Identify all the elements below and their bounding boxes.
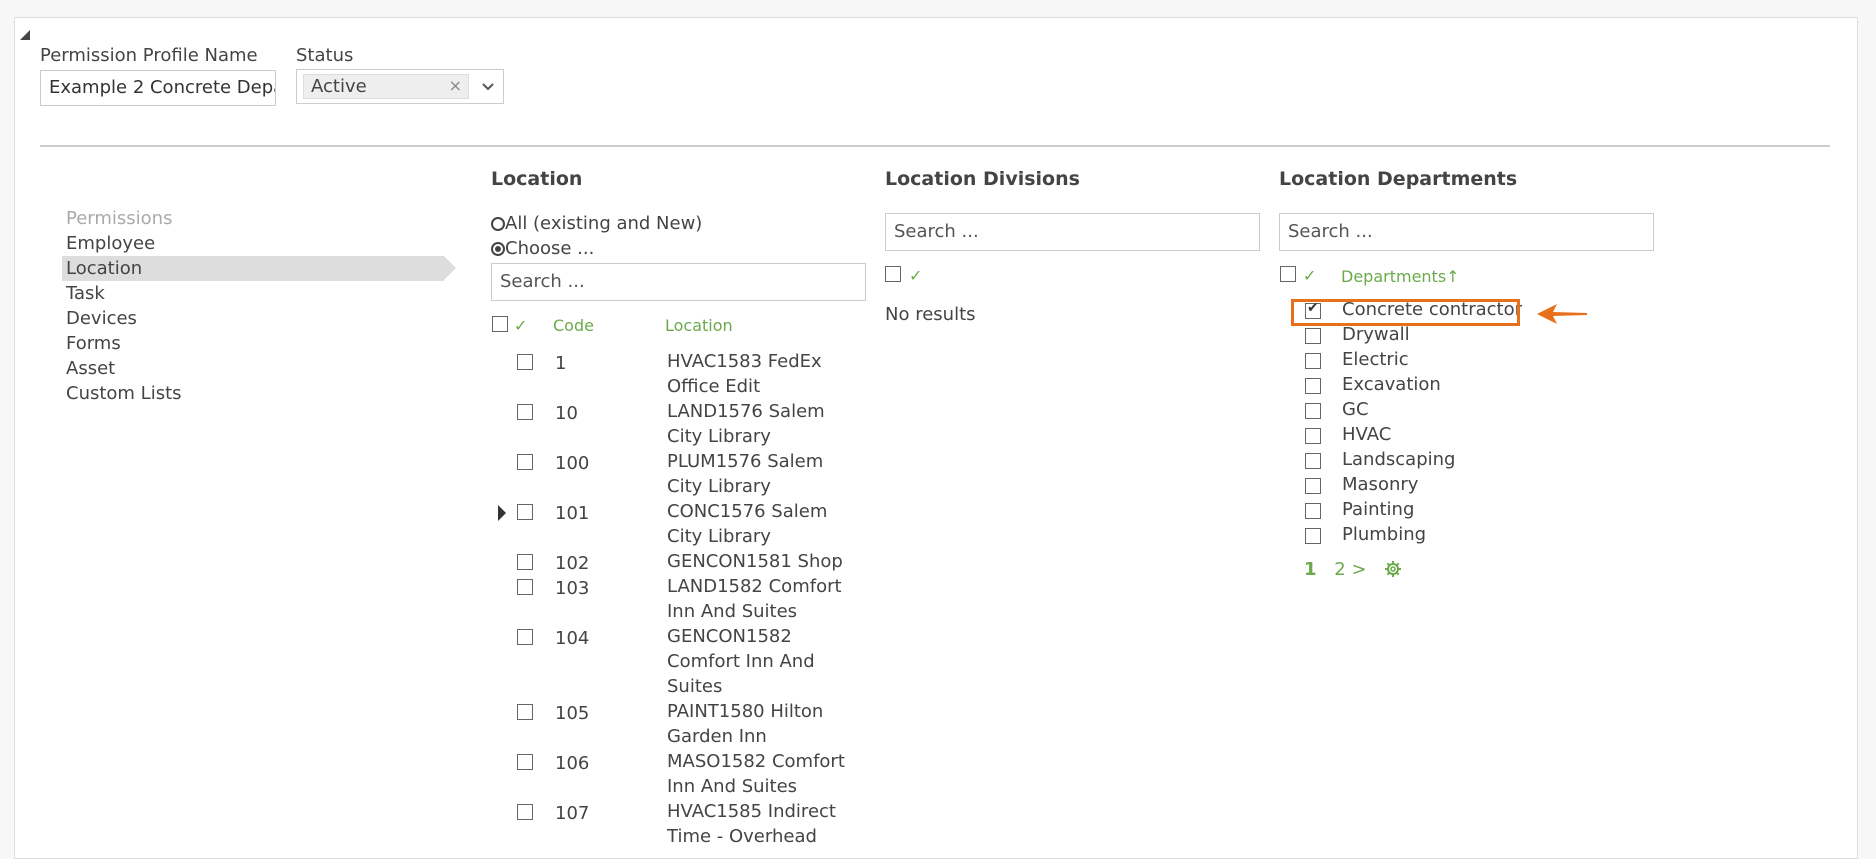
location-row-checkbox[interactable]: [517, 404, 533, 420]
location-row-checkbox[interactable]: [517, 504, 533, 520]
radio-all[interactable]: All (existing and New): [491, 213, 702, 234]
department-checkbox[interactable]: [1305, 328, 1321, 344]
department-checkbox[interactable]: [1305, 453, 1321, 469]
location-search-input[interactable]: Search ...: [491, 263, 866, 301]
location-location-header[interactable]: Location: [665, 316, 733, 335]
location-row-code: 1: [555, 353, 567, 374]
location-row-location: HVAC1583 FedEx Office Edit: [667, 351, 822, 397]
nav-item-location[interactable]: Location: [62, 256, 456, 281]
location-row-location: HVAC1585 Indirect Time - Overhead: [667, 801, 836, 847]
location-row-code: 104: [555, 628, 590, 649]
location-code-header[interactable]: Code: [553, 316, 594, 335]
pager-next[interactable]: >: [1351, 559, 1366, 580]
expand-row-icon[interactable]: [498, 505, 506, 521]
location-row-code: 106: [555, 753, 590, 774]
status-select[interactable]: Active ×: [296, 69, 504, 104]
location-row-checkbox[interactable]: [517, 629, 533, 645]
location-select-all-checkbox[interactable]: [492, 316, 508, 332]
gear-icon[interactable]: [1384, 560, 1402, 583]
location-row-code: 101: [555, 503, 590, 524]
location-row-code: 10: [555, 403, 578, 424]
nav-item-custom-lists[interactable]: Custom Lists: [62, 381, 452, 406]
profile-name-label: Permission Profile Name: [40, 45, 258, 66]
department-label: Masonry: [1342, 474, 1419, 495]
department-label: GC: [1342, 399, 1369, 420]
location-row-location: PLUM1576 Salem City Library: [667, 451, 824, 497]
status-value: Active: [311, 76, 367, 97]
department-checkbox[interactable]: [1305, 478, 1321, 494]
location-row-checkbox[interactable]: [517, 804, 533, 820]
divisions-select-all-checkbox[interactable]: [885, 266, 901, 282]
divisions-empty-text: No results: [885, 304, 976, 325]
arrow-left-icon: [1535, 301, 1589, 331]
pager-page-1[interactable]: 1: [1304, 559, 1317, 580]
location-row-code: 107: [555, 803, 590, 824]
location-row-checkbox[interactable]: [517, 554, 533, 570]
nav-item-task[interactable]: Task: [62, 281, 452, 306]
location-row-location: GENCON1581 Shop: [667, 551, 843, 572]
radio-choose[interactable]: Choose ...: [491, 238, 594, 259]
location-row-checkbox[interactable]: [517, 579, 533, 595]
nav-item-forms[interactable]: Forms: [62, 331, 452, 356]
department-checkbox[interactable]: [1305, 403, 1321, 419]
location-row-code: 102: [555, 553, 590, 574]
pager-page-2[interactable]: 2: [1334, 559, 1345, 580]
departments-check-header: ✓: [1303, 266, 1317, 285]
location-row-location: LAND1582 Comfort Inn And Suites: [667, 576, 842, 622]
department-label: Drywall: [1342, 324, 1410, 345]
chevron-down-icon[interactable]: [481, 77, 495, 96]
collapse-toggle-icon[interactable]: [20, 30, 30, 40]
departments-column-header[interactable]: Departments↑: [1341, 267, 1460, 286]
location-row-code: 100: [555, 453, 590, 474]
department-checkbox[interactable]: [1305, 378, 1321, 394]
location-row-code: 103: [555, 578, 590, 599]
department-checkbox[interactable]: [1305, 528, 1321, 544]
radio-all-label: All (existing and New): [505, 213, 703, 234]
departments-search-input[interactable]: Search ...: [1279, 213, 1654, 251]
status-tag: Active ×: [303, 74, 469, 99]
location-row-checkbox[interactable]: [517, 454, 533, 470]
department-checkbox[interactable]: [1305, 503, 1321, 519]
location-row-checkbox[interactable]: [517, 354, 533, 370]
nav-item-devices[interactable]: Devices: [62, 306, 452, 331]
location-row-code: 105: [555, 703, 590, 724]
location-row-location: CONC1576 Salem City Library: [667, 501, 828, 547]
departments-select-all-checkbox[interactable]: [1280, 266, 1296, 282]
nav-item-employee[interactable]: Employee: [62, 231, 452, 256]
radio-button-icon[interactable]: [491, 216, 505, 231]
location-row-location: LAND1576 Salem City Library: [667, 401, 825, 447]
location-check-header: ✓: [514, 316, 528, 335]
department-label: Excavation: [1342, 374, 1441, 395]
location-row-checkbox[interactable]: [517, 704, 533, 720]
status-label: Status: [296, 45, 354, 66]
highlight-box: [1291, 299, 1520, 326]
permission-nav: Permissions Employee Location Task Devic…: [62, 206, 456, 406]
divisions-search-input[interactable]: Search ...: [885, 213, 1260, 251]
radio-choose-label: Choose ...: [505, 238, 595, 259]
location-row-location: MASO1582 Comfort Inn And Suites: [667, 751, 845, 797]
radio-selected-icon[interactable]: [491, 241, 505, 256]
divisions-check-header: ✓: [909, 266, 923, 285]
department-label: Landscaping: [1342, 449, 1456, 470]
department-checkbox[interactable]: [1305, 428, 1321, 444]
profile-name-input[interactable]: Example 2 Concrete Depa: [40, 70, 276, 106]
department-label: HVAC: [1342, 424, 1392, 445]
profile-panel: [14, 17, 1858, 859]
clear-icon[interactable]: ×: [449, 76, 462, 95]
nav-item-asset[interactable]: Asset: [62, 356, 452, 381]
divisions-title: Location Divisions: [885, 168, 1080, 190]
location-row-location: PAINT1580 Hilton Garden Inn: [667, 701, 824, 747]
location-row-checkbox[interactable]: [517, 754, 533, 770]
header-divider: [40, 145, 1830, 147]
location-row-location: GENCON1582 Comfort Inn And Suites: [667, 626, 815, 697]
location-title: Location: [491, 168, 583, 190]
department-label: Plumbing: [1342, 524, 1427, 545]
department-checkbox[interactable]: [1305, 353, 1321, 369]
department-label: Painting: [1342, 499, 1415, 520]
department-label: Electric: [1342, 349, 1409, 370]
nav-item-permissions: Permissions: [66, 208, 173, 229]
departments-title: Location Departments: [1279, 168, 1518, 190]
pager: 1 2 >: [1304, 559, 1402, 583]
